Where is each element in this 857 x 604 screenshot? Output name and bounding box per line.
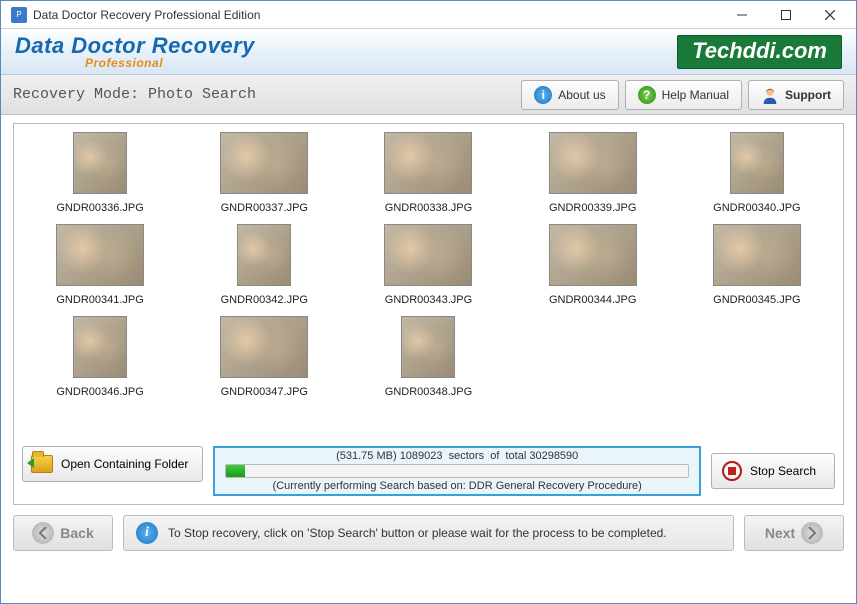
- thumbnail-image: [220, 316, 308, 378]
- open-containing-folder-button[interactable]: Open Containing Folder: [22, 446, 203, 482]
- search-progress-panel: (531.75 MB) 1089023 sectors of total 302…: [213, 446, 701, 496]
- stop-icon: [722, 461, 742, 481]
- support-button-label: Support: [785, 88, 831, 102]
- thumbnail-image: [237, 224, 291, 286]
- footer-info-text: To Stop recovery, click on 'Stop Search'…: [168, 526, 667, 540]
- thumbnail-image: [220, 132, 308, 194]
- thumbnail-image: [713, 224, 801, 286]
- result-item[interactable]: GNDR00337.JPG: [184, 128, 344, 218]
- help-manual-button[interactable]: ? Help Manual: [625, 80, 742, 110]
- toolbar: Recovery Mode: Photo Search i About us ?…: [1, 75, 856, 115]
- footer: Back i To Stop recovery, click on 'Stop …: [1, 509, 856, 561]
- about-button-label: About us: [558, 88, 605, 102]
- result-item[interactable]: GNDR00342.JPG: [184, 220, 344, 310]
- close-button[interactable]: [808, 1, 852, 29]
- header-banner: Data Doctor Recovery Professional Techdd…: [1, 29, 856, 75]
- thumbnail-image: [384, 132, 472, 194]
- thumbnail-image: [384, 224, 472, 286]
- minimize-icon: [737, 10, 747, 20]
- window-titlebar: P Data Doctor Recovery Professional Edit…: [1, 1, 856, 29]
- thumbnail-image: [549, 224, 637, 286]
- progress-bar: [225, 464, 689, 478]
- window-title: Data Doctor Recovery Professional Editio…: [33, 8, 720, 22]
- thumbnail-image: [549, 132, 637, 194]
- thumbnail-filename: GNDR00346.JPG: [56, 386, 143, 398]
- thumbnail-filename: GNDR00348.JPG: [385, 386, 472, 398]
- thumbnail-filename: GNDR00336.JPG: [56, 202, 143, 214]
- thumbnail-filename: GNDR00339.JPG: [549, 202, 636, 214]
- thumbnail-filename: GNDR00340.JPG: [713, 202, 800, 214]
- open-folder-label: Open Containing Folder: [61, 457, 188, 471]
- footer-info-strip: i To Stop recovery, click on 'Stop Searc…: [123, 515, 734, 551]
- result-item[interactable]: GNDR00347.JPG: [184, 312, 344, 402]
- thumbnail-filename: GNDR00343.JPG: [385, 294, 472, 306]
- results-scroll-area[interactable]: GNDR00336.JPG GNDR00337.JPG GNDR00338.JPG G…: [14, 124, 843, 440]
- thumbnail-filename: GNDR00338.JPG: [385, 202, 472, 214]
- help-manual-label: Help Manual: [662, 88, 729, 102]
- help-icon: ?: [638, 86, 656, 104]
- result-item[interactable]: GNDR00338.JPG: [348, 128, 508, 218]
- result-item[interactable]: GNDR00339.JPG: [513, 128, 673, 218]
- folder-open-icon: [31, 455, 53, 473]
- chevron-right-icon: [801, 522, 823, 544]
- back-button-label: Back: [60, 525, 93, 541]
- thumbnail-image: [730, 132, 784, 194]
- thumbnail-filename: GNDR00337.JPG: [221, 202, 308, 214]
- main-area: GNDR00336.JPG GNDR00337.JPG GNDR00338.JPG G…: [1, 115, 856, 509]
- vendor-logo: Techddi.com: [677, 35, 842, 69]
- stop-search-button[interactable]: Stop Search: [711, 453, 835, 489]
- progress-stats-text: (531.75 MB) 1089023 sectors of total 302…: [225, 450, 689, 462]
- result-item[interactable]: GNDR00340.JPG: [677, 128, 837, 218]
- product-brand: Data Doctor Recovery Professional: [15, 33, 255, 70]
- chevron-left-icon: [32, 522, 54, 544]
- result-item[interactable]: GNDR00336.JPG: [20, 128, 180, 218]
- window-controls: [720, 1, 852, 29]
- thumbnail-image: [56, 224, 144, 286]
- result-item[interactable]: GNDR00348.JPG: [348, 312, 508, 402]
- thumbnail-image: [401, 316, 455, 378]
- action-row: Open Containing Folder (531.75 MB) 10890…: [14, 440, 843, 504]
- result-item[interactable]: GNDR00344.JPG: [513, 220, 673, 310]
- results-grid: GNDR00336.JPG GNDR00337.JPG GNDR00338.JPG G…: [20, 128, 837, 402]
- progress-procedure-label: (Currently performing Search based on: D…: [225, 480, 689, 492]
- info-icon: i: [534, 86, 552, 104]
- thumbnail-filename: GNDR00347.JPG: [221, 386, 308, 398]
- app-icon: P: [11, 7, 27, 23]
- result-item[interactable]: GNDR00346.JPG: [20, 312, 180, 402]
- minimize-button[interactable]: [720, 1, 764, 29]
- support-person-icon: [761, 86, 779, 104]
- progress-bar-fill: [226, 465, 244, 477]
- next-button[interactable]: Next: [744, 515, 844, 551]
- results-frame: GNDR00336.JPG GNDR00337.JPG GNDR00338.JPG G…: [13, 123, 844, 505]
- support-button[interactable]: Support: [748, 80, 844, 110]
- next-button-label: Next: [765, 525, 795, 541]
- result-item[interactable]: GNDR00341.JPG: [20, 220, 180, 310]
- thumbnail-image: [73, 316, 127, 378]
- back-button[interactable]: Back: [13, 515, 113, 551]
- result-item[interactable]: GNDR00345.JPG: [677, 220, 837, 310]
- about-button[interactable]: i About us: [521, 80, 618, 110]
- result-item[interactable]: GNDR00343.JPG: [348, 220, 508, 310]
- maximize-icon: [781, 10, 791, 20]
- stop-search-label: Stop Search: [750, 464, 816, 478]
- thumbnail-filename: GNDR00341.JPG: [56, 294, 143, 306]
- info-icon: i: [136, 522, 158, 544]
- thumbnail-filename: GNDR00345.JPG: [713, 294, 800, 306]
- thumbnail-image: [73, 132, 127, 194]
- thumbnail-filename: GNDR00344.JPG: [549, 294, 636, 306]
- recovery-mode-label: Recovery Mode: Photo Search: [13, 86, 515, 103]
- maximize-button[interactable]: [764, 1, 808, 29]
- thumbnail-filename: GNDR00342.JPG: [221, 294, 308, 306]
- close-icon: [825, 10, 835, 20]
